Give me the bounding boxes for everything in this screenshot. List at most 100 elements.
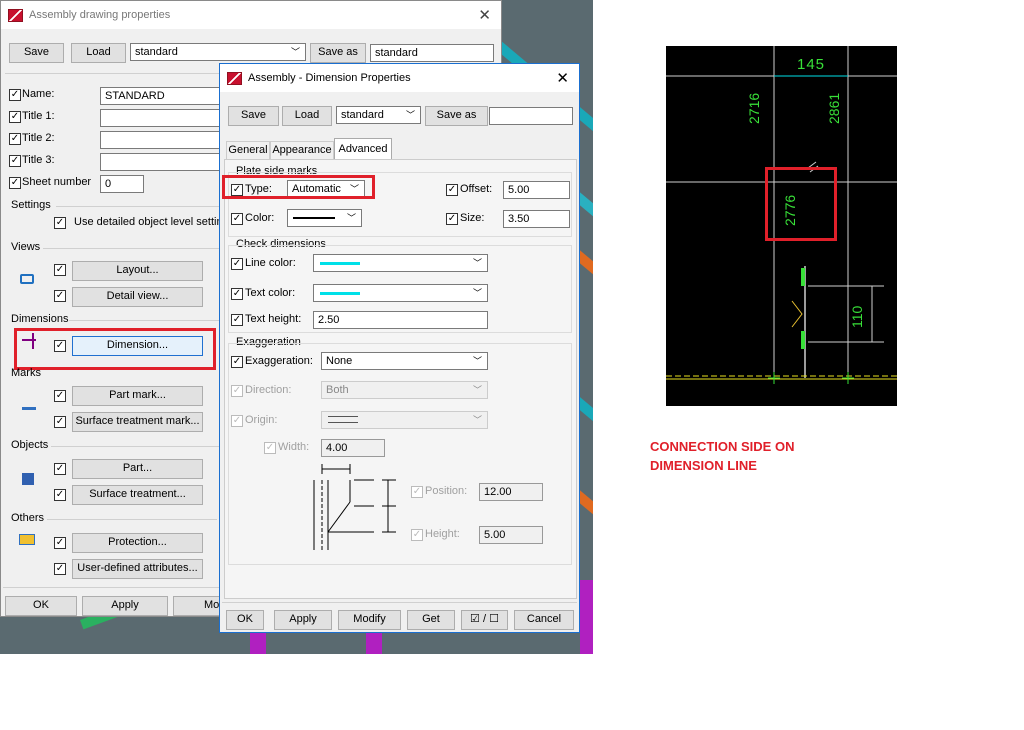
color-label: Color: xyxy=(245,212,275,224)
use-detailed-label: Use detailed object level setting xyxy=(74,216,229,228)
offset-field[interactable]: 5.00 xyxy=(503,181,570,199)
text-color-select[interactable]: ﹀ xyxy=(313,284,488,302)
app-logo-icon xyxy=(8,8,23,22)
close-icon[interactable]: ✕ xyxy=(478,6,491,24)
tab-appearance[interactable]: Appearance xyxy=(270,141,334,159)
user-defined-checkbox[interactable]: ✓ xyxy=(54,563,66,575)
marks-heading: Marks xyxy=(11,367,41,379)
load-button[interactable]: Load xyxy=(282,106,332,126)
line-color-select[interactable]: ﹀ xyxy=(313,254,488,272)
title2-checkbox[interactable]: ✓ xyxy=(9,133,21,145)
save-as-button[interactable]: Save as xyxy=(310,43,366,63)
view-icon xyxy=(20,274,34,284)
dimension-145: 145 xyxy=(797,56,826,73)
title1-field[interactable] xyxy=(100,109,230,127)
detail-view-button[interactable]: Detail view... xyxy=(72,287,203,307)
save-as-input[interactable]: standard xyxy=(370,44,494,62)
title3-checkbox[interactable]: ✓ xyxy=(9,155,21,167)
origin-select[interactable]: ﹀ xyxy=(321,411,488,429)
height-label: Height: xyxy=(425,528,460,540)
dimension-2716: 2716 xyxy=(746,92,762,124)
height-checkbox[interactable]: ✓ xyxy=(411,529,423,541)
dimension-2861: 2861 xyxy=(826,92,842,124)
apply-button[interactable]: Apply xyxy=(82,596,168,616)
surface-treatment-mark-button[interactable]: Surface treatment mark... xyxy=(72,412,203,432)
title3-label: Title 3: xyxy=(22,154,55,166)
line-color-checkbox[interactable]: ✓ xyxy=(231,258,243,270)
user-defined-attributes-button[interactable]: User-defined attributes... xyxy=(72,559,203,579)
title1-label: Title 1: xyxy=(22,110,55,122)
color-swatch xyxy=(320,262,360,265)
origin-glyph-line xyxy=(328,422,358,423)
part-button[interactable]: Part... xyxy=(72,459,203,479)
part-mark-button[interactable]: Part mark... xyxy=(72,386,203,406)
load-button[interactable]: Load xyxy=(71,43,126,63)
title3-field[interactable] xyxy=(100,153,230,171)
origin-checkbox[interactable]: ✓ xyxy=(231,415,243,427)
origin-label: Origin: xyxy=(245,414,278,426)
highlight-box xyxy=(222,175,375,199)
name-field[interactable]: STANDARD xyxy=(100,87,230,105)
save-as-input[interactable] xyxy=(489,107,573,125)
close-icon[interactable]: ✕ xyxy=(556,69,569,87)
exaggeration-select-value: None xyxy=(326,355,353,367)
tab-general[interactable]: General xyxy=(226,141,270,159)
width-field[interactable]: 4.00 xyxy=(321,439,385,457)
detail-view-checkbox[interactable]: ✓ xyxy=(54,290,66,302)
ok-button[interactable]: OK xyxy=(5,596,77,616)
cancel-button[interactable]: Cancel xyxy=(514,610,574,630)
part-object-icon xyxy=(22,473,34,485)
exaggeration-checkbox[interactable]: ✓ xyxy=(231,356,243,368)
save-as-button[interactable]: Save as xyxy=(425,106,488,126)
text-height-checkbox[interactable]: ✓ xyxy=(231,314,243,326)
position-field[interactable]: 12.00 xyxy=(479,483,543,501)
get-button[interactable]: Get xyxy=(407,610,455,630)
surface-treatment-button[interactable]: Surface treatment... xyxy=(72,485,203,505)
offset-checkbox[interactable]: ✓ xyxy=(446,184,458,196)
use-detailed-checkbox[interactable]: ✓ xyxy=(54,217,66,229)
highlight-box xyxy=(765,167,837,241)
title1-checkbox[interactable]: ✓ xyxy=(9,111,21,123)
color-select[interactable]: ﹀ xyxy=(287,209,362,227)
load-select[interactable]: standard ﹀ xyxy=(336,106,421,124)
name-checkbox[interactable]: ✓ xyxy=(9,89,21,101)
color-checkbox[interactable]: ✓ xyxy=(231,213,243,225)
app-logo-icon xyxy=(227,71,242,85)
text-color-checkbox[interactable]: ✓ xyxy=(231,288,243,300)
direction-checkbox[interactable]: ✓ xyxy=(231,385,243,397)
position-checkbox[interactable]: ✓ xyxy=(411,486,423,498)
dimension-110: 110 xyxy=(849,305,865,328)
size-label: Size: xyxy=(460,212,485,224)
direction-select[interactable]: Both ﹀ xyxy=(321,381,488,399)
size-field[interactable]: 3.50 xyxy=(503,210,570,228)
save-button[interactable]: Save xyxy=(9,43,64,63)
chevron-down-icon: ﹀ xyxy=(472,385,482,395)
part-mark-checkbox[interactable]: ✓ xyxy=(54,390,66,402)
title2-field[interactable] xyxy=(100,131,230,149)
exaggeration-select[interactable]: None ﹀ xyxy=(321,352,488,370)
apply-button[interactable]: Apply xyxy=(274,610,332,630)
width-label: Width: xyxy=(278,441,310,453)
surface-treatment-mark-checkbox[interactable]: ✓ xyxy=(54,416,66,428)
dialog-title: Assembly - Dimension Properties xyxy=(248,72,411,84)
layout-button[interactable]: Layout... xyxy=(72,261,203,281)
height-field[interactable]: 5.00 xyxy=(479,526,543,544)
part-checkbox[interactable]: ✓ xyxy=(54,463,66,475)
text-height-field[interactable]: 2.50 xyxy=(313,311,488,329)
protection-checkbox[interactable]: ✓ xyxy=(54,537,66,549)
modify-button[interactable]: Modify xyxy=(338,610,401,630)
ok-button[interactable]: OK xyxy=(226,610,264,630)
toggle-all-button[interactable]: ☑ / ☐ xyxy=(461,610,508,630)
surface-treatment-checkbox[interactable]: ✓ xyxy=(54,489,66,501)
save-button[interactable]: Save xyxy=(228,106,279,126)
layout-checkbox[interactable]: ✓ xyxy=(54,264,66,276)
divider xyxy=(69,320,219,321)
load-select[interactable]: standard ﹀ xyxy=(130,43,306,61)
tab-advanced[interactable]: Advanced xyxy=(334,138,392,160)
sheet-number-field[interactable]: 0 xyxy=(100,175,144,193)
width-checkbox[interactable]: ✓ xyxy=(264,442,276,454)
sheet-number-checkbox[interactable]: ✓ xyxy=(9,177,21,189)
protection-button[interactable]: Protection... xyxy=(72,533,203,553)
size-checkbox[interactable]: ✓ xyxy=(446,213,458,225)
chevron-down-icon: ﹀ xyxy=(472,356,482,366)
